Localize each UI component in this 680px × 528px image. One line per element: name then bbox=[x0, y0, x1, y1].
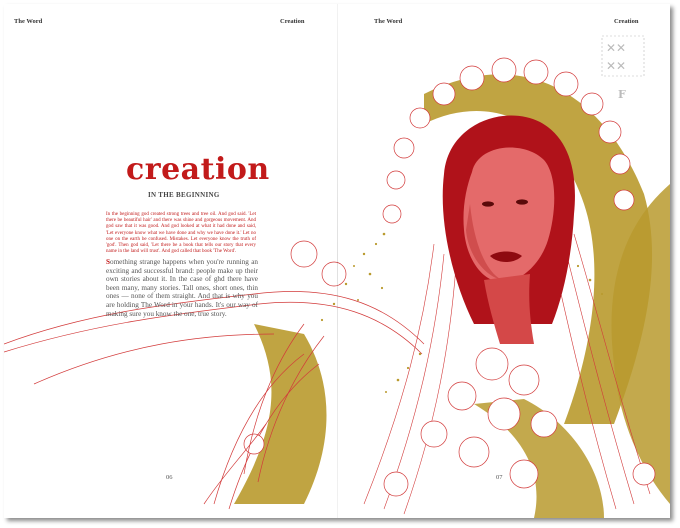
svg-text:✕✕: ✕✕ bbox=[606, 59, 626, 73]
body-text: omething strange happens when you're run… bbox=[106, 258, 258, 318]
neck bbox=[484, 274, 534, 344]
flowing-lines bbox=[4, 291, 425, 510]
page-number-right: 07 bbox=[496, 474, 503, 481]
logo-letter: F bbox=[618, 88, 626, 101]
running-head-left-section: Creation bbox=[280, 18, 305, 25]
page-number-left: 06 bbox=[166, 474, 173, 481]
running-head-left: The Word bbox=[14, 18, 43, 25]
article-title: creation bbox=[126, 152, 270, 187]
intro-paragraph: In the beginning god created strong tree… bbox=[106, 212, 256, 255]
article-subtitle: IN THE BEGINNING bbox=[148, 191, 220, 199]
body-paragraph: Something strange happens when you're ru… bbox=[106, 258, 258, 318]
right-eye bbox=[516, 199, 528, 205]
running-head-right-section: Creation bbox=[614, 18, 639, 25]
magazine-spread: The Word Creation The Word Creation crea… bbox=[4, 4, 670, 518]
spine-gutter bbox=[337, 4, 338, 518]
left-eye bbox=[482, 201, 494, 207]
svg-text:✕✕: ✕✕ bbox=[606, 41, 626, 55]
running-head-right: The Word bbox=[374, 18, 403, 25]
logo-mark: ✕✕ ✕✕ F bbox=[600, 34, 646, 106]
monogram-icon: ✕✕ ✕✕ F bbox=[601, 35, 645, 101]
portrait bbox=[442, 115, 575, 344]
